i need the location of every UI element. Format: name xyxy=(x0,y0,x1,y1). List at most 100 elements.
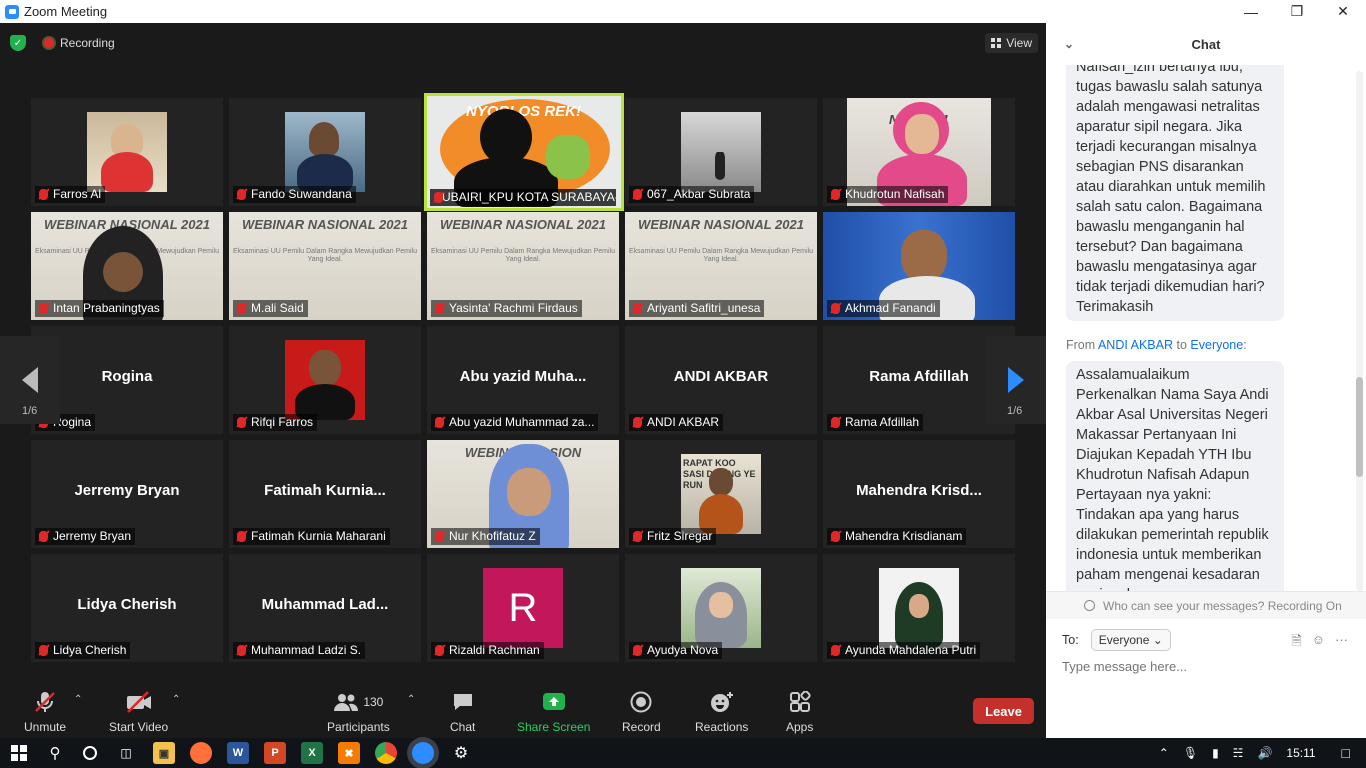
participant-name: M.ali Said xyxy=(233,300,308,317)
word-icon[interactable]: W xyxy=(227,742,249,764)
sender-name[interactable]: ANDI AKBAR xyxy=(1098,338,1173,352)
more-icon[interactable]: ··· xyxy=(1335,632,1348,654)
chevron-down-icon[interactable]: ⌄ xyxy=(1064,37,1074,51)
reactions-button[interactable]: Reactions xyxy=(695,690,748,734)
minimize-button[interactable]: — xyxy=(1228,0,1274,23)
apps-button[interactable]: Apps xyxy=(786,690,813,734)
unmute-button[interactable]: Unmute xyxy=(24,690,66,734)
window-title: Zoom Meeting xyxy=(24,4,108,19)
participant-name: Ayunda Mahdalena Putri xyxy=(827,642,981,659)
share-screen-button[interactable]: Share Screen xyxy=(517,690,590,734)
video-tile[interactable]: WEBINAR NASIONAL 2021 Eksaminasi UU Pemi… xyxy=(31,212,223,320)
page-indicator-left: 1/6 xyxy=(22,405,38,417)
video-tile-active-speaker[interactable]: NYOBLOS REK! SUBAIRI_KPU KOTA SURABAYA- xyxy=(424,93,624,211)
video-tile[interactable]: Muhammad Lad... Muhammad Ladzi S. xyxy=(229,554,421,662)
record-button[interactable]: Record xyxy=(622,690,661,734)
recipient-name[interactable]: Everyone xyxy=(1190,338,1243,352)
view-button[interactable]: View xyxy=(985,33,1038,53)
video-tile[interactable]: Ayunda Mahdalena Putri xyxy=(823,554,1015,662)
emoji-icon[interactable]: ☺ xyxy=(1312,632,1325,654)
chat-privacy-notice[interactable]: Who can see your messages? Recording On xyxy=(1046,591,1366,619)
chat-message-input[interactable] xyxy=(1062,659,1352,674)
webinar-title: WEBINAR NASIONAL 2021 xyxy=(242,217,408,232)
participant-display-name: ANDI AKBAR xyxy=(673,368,769,385)
file-explorer-icon[interactable]: ▣ xyxy=(153,742,175,764)
video-tile[interactable]: NAS 2021 Khudrotun Nafisah xyxy=(823,98,1015,206)
zoom-taskbar-icon[interactable] xyxy=(412,742,434,764)
chat-message: Nafisah_izin bertanya ibu, tugas bawaslu… xyxy=(1066,65,1284,321)
participants-button[interactable]: 130 Participants xyxy=(327,690,390,734)
task-view-icon[interactable]: ◫ xyxy=(115,742,137,764)
firefox-icon[interactable] xyxy=(190,742,212,764)
video-tile[interactable]: R Rizaldi Rachman xyxy=(427,554,619,662)
video-tile[interactable]: Jerremy Bryan Jerremy Bryan xyxy=(31,440,223,548)
camera-off-icon xyxy=(125,690,153,714)
participant-video: RAPAT KOO SASI DE ANG YE RUN xyxy=(681,454,761,534)
video-tile[interactable]: Fatimah Kurnia... Fatimah Kurnia Maharan… xyxy=(229,440,421,548)
chat-message: Assalamualaikum Perkenalkan Nama Saya An… xyxy=(1066,361,1284,591)
chat-header: ⌄ Chat xyxy=(1046,23,1366,65)
leave-button[interactable]: Leave xyxy=(973,698,1034,724)
person-icon xyxy=(1084,600,1095,611)
participants-icon: 130 xyxy=(333,690,383,714)
start-video-button[interactable]: Start Video xyxy=(109,690,168,734)
video-tile[interactable]: Rifqi Farros xyxy=(229,326,421,434)
video-tile[interactable]: 067_Akbar Subrata xyxy=(625,98,817,206)
chat-bubble-icon xyxy=(452,690,474,714)
chrome-icon[interactable] xyxy=(375,742,397,764)
windows-start-icon[interactable] xyxy=(8,742,30,764)
chat-button[interactable]: Chat xyxy=(450,690,475,734)
participant-avatar: R xyxy=(483,568,563,648)
video-tile[interactable]: WEBINAR NASIONAL 2021 Eksaminasi UU Pemi… xyxy=(427,212,619,320)
excel-icon[interactable]: X xyxy=(301,742,323,764)
participant-name: Yasinta' Rachmi Firdaus xyxy=(431,300,582,317)
video-tile[interactable]: Ayudya Nova xyxy=(625,554,817,662)
video-tile[interactable]: WEBINAR NASIONAL 2021 Eksaminasi UU Pemi… xyxy=(625,212,817,320)
video-tile[interactable]: ANDI AKBAR ANDI AKBAR xyxy=(625,326,817,434)
apps-icon xyxy=(789,690,811,714)
page-indicator-right: 1/6 xyxy=(1007,405,1023,417)
webinar-title: WEBINAR NASIONAL 2021 xyxy=(638,217,804,232)
reactions-label: Reactions xyxy=(695,720,749,734)
chat-label: Chat xyxy=(450,720,476,734)
share-screen-label: Share Screen xyxy=(517,720,591,734)
video-tile[interactable]: Abu yazid Muha... Abu yazid Muhammad za.… xyxy=(427,326,619,434)
video-tile[interactable]: Akhmad Fanandi xyxy=(823,212,1015,320)
search-icon[interactable]: ⚲ xyxy=(44,742,66,764)
powerpoint-icon[interactable]: P xyxy=(264,742,286,764)
chevron-up-icon[interactable]: ⌃ xyxy=(1159,746,1169,760)
video-tile[interactable]: Mahendra Krisd... Mahendra Krisdianam xyxy=(823,440,1015,548)
video-tile[interactable]: RAPAT KOO SASI DE ANG YE RUN Fritz Sireg… xyxy=(625,440,817,548)
close-button[interactable]: ✕ xyxy=(1320,0,1366,23)
recording-indicator[interactable]: Recording xyxy=(44,36,115,50)
security-shield-icon[interactable]: ✓ xyxy=(10,35,26,51)
microphone-icon[interactable]: 🎙 xyxy=(1183,746,1198,760)
speaker-icon[interactable]: 🔊 xyxy=(1257,746,1272,760)
video-tile[interactable]: Lidya Cherish Lidya Cherish xyxy=(31,554,223,662)
xampp-icon[interactable]: ✖ xyxy=(338,742,360,764)
video-tile[interactable]: Fando Suwandana xyxy=(229,98,421,206)
recipient-select[interactable]: Everyone ⌄ xyxy=(1090,629,1171,651)
participants-options-caret[interactable]: ⌃ xyxy=(407,694,415,705)
audio-options-caret[interactable]: ⌃ xyxy=(74,694,82,705)
recording-label: Recording xyxy=(60,36,115,50)
video-tile[interactable]: WEBINAR NASIONAL 2021 Eksaminasi UU Pemi… xyxy=(229,212,421,320)
wifi-icon[interactable]: ☵ xyxy=(1233,746,1244,760)
scrollbar-thumb[interactable] xyxy=(1356,377,1363,477)
settings-gear-icon[interactable]: ⚙ xyxy=(450,742,472,764)
file-icon[interactable]: 🗎 xyxy=(1291,632,1301,654)
clock[interactable]: 15:11 xyxy=(1286,746,1315,760)
emoji-add-icon xyxy=(710,690,734,714)
to-word: to xyxy=(1176,338,1187,352)
cortana-icon[interactable] xyxy=(79,742,101,764)
participant-name: Rifqi Farros xyxy=(233,414,318,431)
chat-messages[interactable]: Nafisah_izin bertanya ibu, tugas bawaslu… xyxy=(1046,65,1366,591)
chat-scrollbar[interactable] xyxy=(1356,71,1363,591)
maximize-button[interactable]: ❐ xyxy=(1274,0,1320,23)
video-tile[interactable]: WEBINAR NASION Nur Khofifatuz Z xyxy=(427,440,619,548)
webinar-subtitle: Eksaminasi UU Pemilu Dalam Rangka Mewuju… xyxy=(628,248,814,263)
battery-icon[interactable]: ▮ xyxy=(1212,746,1219,760)
video-options-caret[interactable]: ⌃ xyxy=(172,694,180,705)
video-tile[interactable]: Farros Al xyxy=(31,98,223,206)
notification-icon[interactable]: □ xyxy=(1342,745,1350,761)
